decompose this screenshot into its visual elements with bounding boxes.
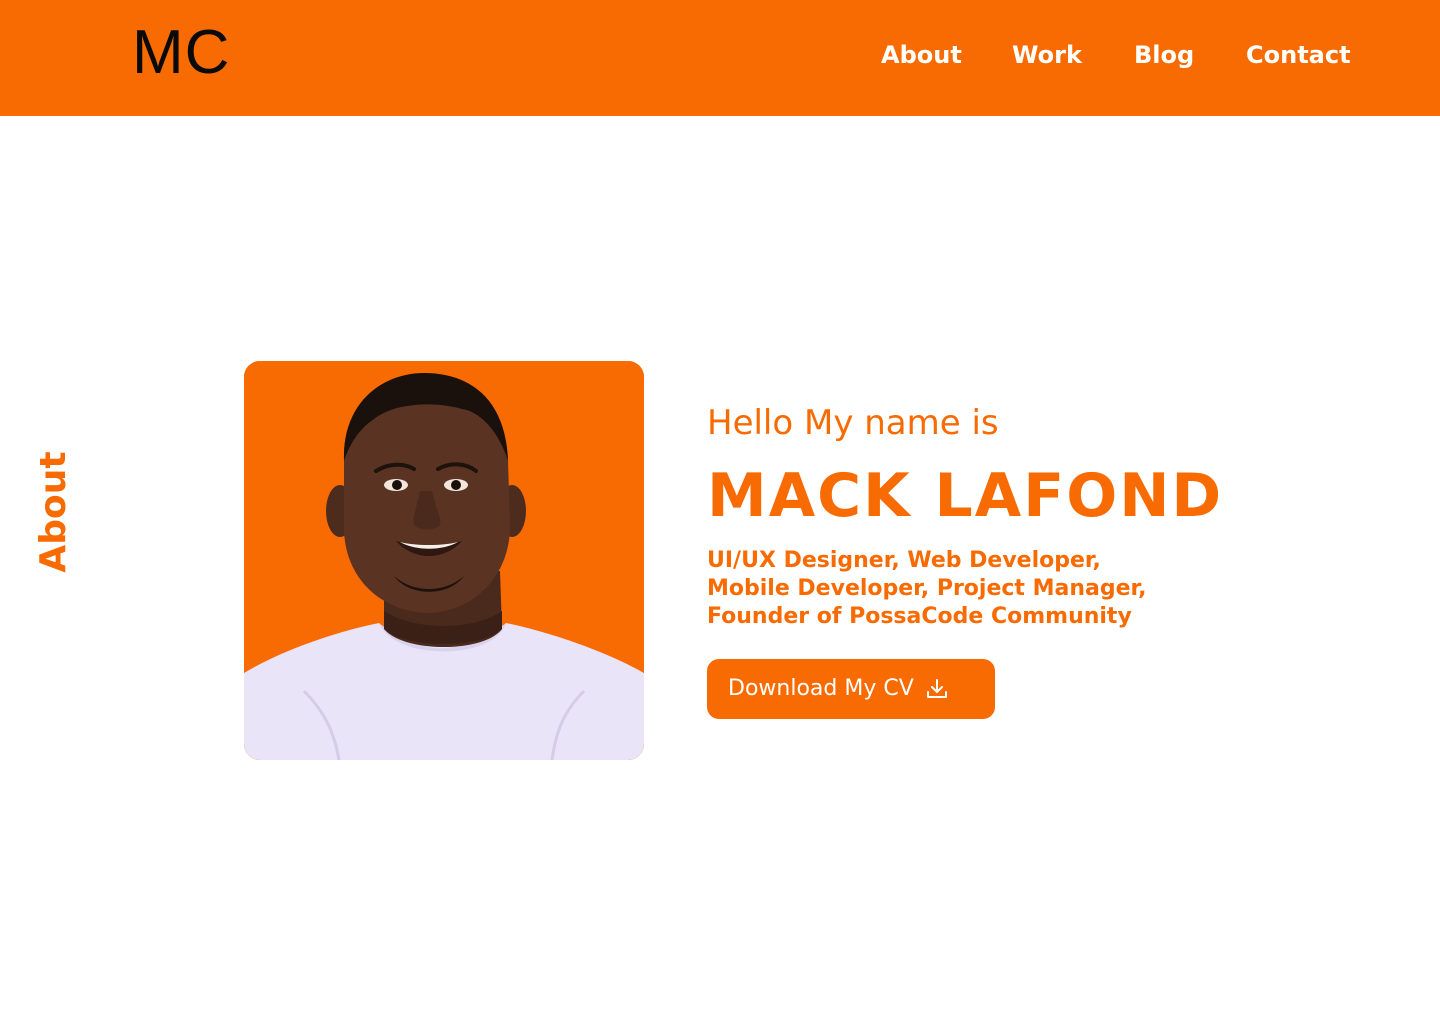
hero-name: MACK LAFOND (707, 461, 1224, 531)
profile-photo (244, 361, 644, 760)
nav-link-blog[interactable]: Blog (1134, 40, 1194, 70)
logo[interactable]: MC (132, 22, 230, 84)
download-icon (926, 678, 948, 700)
roles-text: UI/UX Designer, Web Developer, Mobile De… (707, 548, 1147, 629)
nav-link-contact[interactable]: Contact (1246, 40, 1351, 70)
site-header: MC About Work Blog Contact (0, 0, 1440, 116)
nav-link-work[interactable]: Work (1012, 40, 1082, 70)
greeting-text: Hello My name is (707, 403, 999, 443)
portrait-illustration (244, 361, 644, 760)
download-cv-button[interactable]: Download My CV (707, 659, 995, 719)
section-label: About (33, 451, 74, 573)
nav-link-about[interactable]: About (881, 40, 962, 70)
download-cv-label: Download My CV (728, 676, 914, 701)
